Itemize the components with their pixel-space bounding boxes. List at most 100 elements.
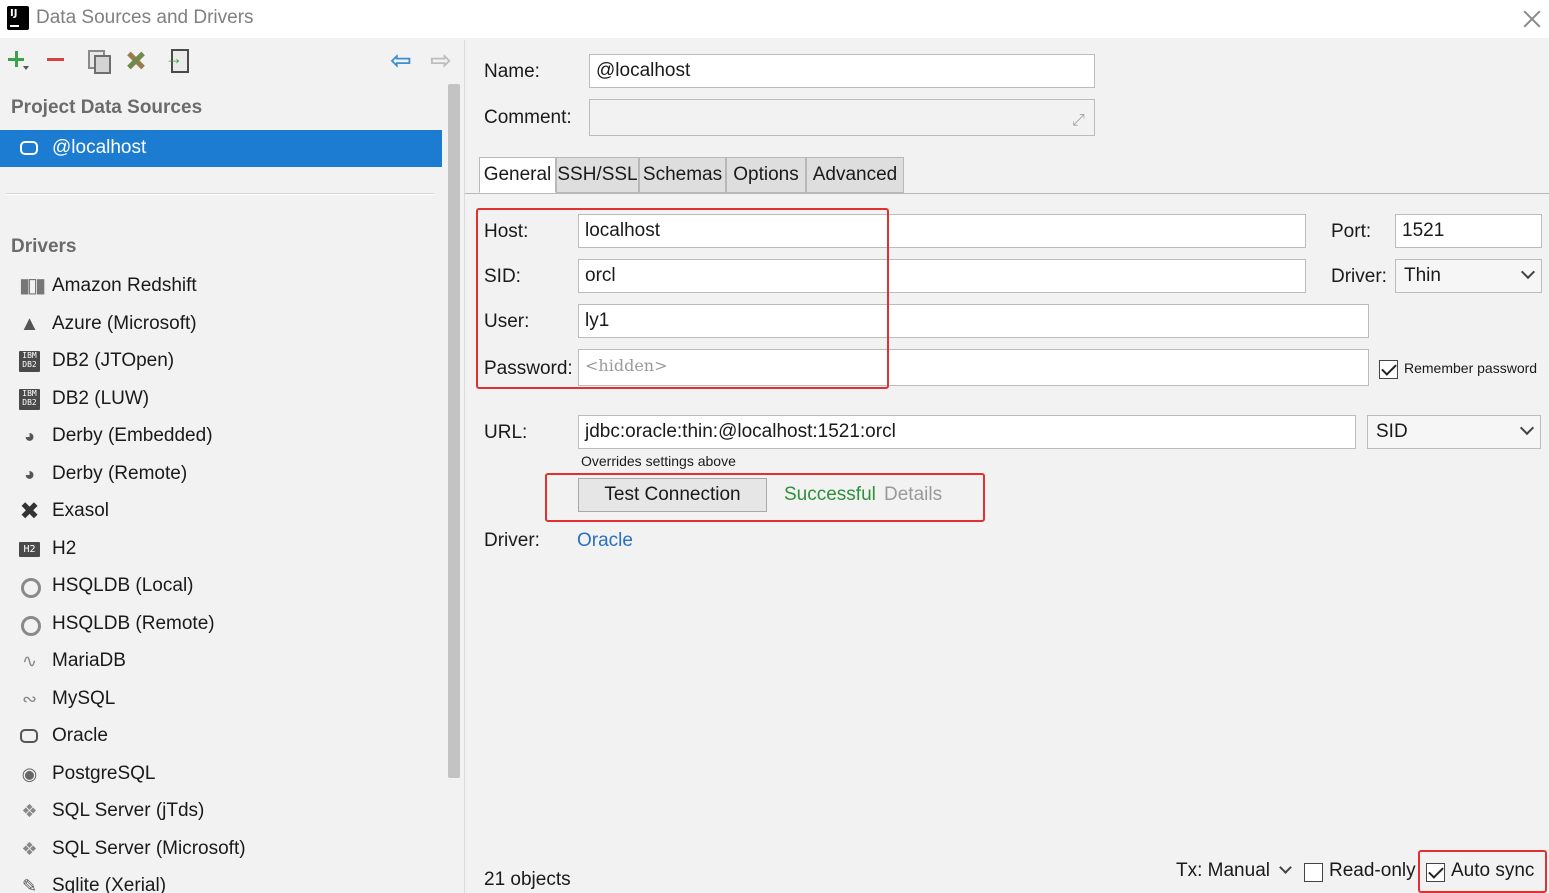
driver-item-db2-jtopen[interactable]: IBM DB2 DB2 (JTOpen) [0, 343, 440, 379]
name-input[interactable]: @localhost [589, 54, 1095, 88]
intellij-logo-icon: IJ [5, 4, 31, 32]
driver-label: H2 [52, 538, 77, 559]
driver-label: SQL Server (Microsoft) [52, 838, 246, 859]
remember-password-label: Remember password [1404, 360, 1538, 376]
mysql-dolphin-icon: ∾ [21, 689, 38, 709]
read-only-label: Read-only [1329, 860, 1416, 881]
sqlite-icon: ✎ [21, 876, 38, 893]
remember-password-checkbox[interactable] [1379, 360, 1398, 379]
tx-mode-select[interactable]: Tx: Manual [1176, 860, 1293, 882]
port-label: Port: [1331, 221, 1372, 242]
password-input[interactable]: <hidden> [578, 349, 1369, 386]
driver-item-sqlite[interactable]: ✎ Sqlite (Xerial) [0, 868, 440, 893]
right-pane: Name: @localhost Comment: ⤢ General SSH/… [464, 40, 1549, 893]
driver-item-db2-luw[interactable]: IBM DB2 DB2 (LUW) [0, 381, 440, 417]
add-icon[interactable] [5, 48, 29, 72]
back-arrow-icon[interactable]: ⇦ [390, 47, 414, 73]
url-type-value: SID [1376, 421, 1408, 442]
driver-label: HSQLDB (Remote) [52, 613, 215, 634]
sid-input[interactable]: orcl [578, 259, 1306, 293]
derby-hat-icon: ◕ [24, 464, 35, 484]
driver-item-hsqldb-remote[interactable]: HSQLDB (Remote) [0, 606, 440, 642]
user-input[interactable]: ly1 [578, 304, 1369, 338]
sqlserver-icon: ❖ [21, 839, 38, 859]
name-label: Name: [484, 61, 540, 82]
sqlserver-icon: ❖ [21, 801, 38, 821]
chevron-down-icon [1279, 861, 1293, 874]
left-pane: ⇦ ⇨ Project Data Sources @localhost Driv… [0, 40, 462, 893]
driver-item-exasol[interactable]: ✖ Exasol [0, 493, 440, 529]
oracle-icon [20, 729, 38, 743]
expand-icon[interactable]: ⤢ [1072, 113, 1088, 129]
driver-label: Sqlite (Xerial) [52, 875, 167, 893]
ibm-db2-icon: IBM DB2 [19, 351, 40, 372]
driver-type-value: Thin [1404, 265, 1441, 286]
url-input[interactable]: jdbc:oracle:thin:@localhost:1521:orcl [578, 415, 1356, 449]
driver-item-mariadb[interactable]: ∿ MariaDB [0, 643, 440, 679]
driver-label: MariaDB [52, 650, 126, 671]
sid-label: SID: [484, 266, 521, 287]
remove-icon[interactable] [44, 48, 68, 72]
postgresql-elephant-icon: ◉ [21, 764, 38, 784]
hsqldb-icon [19, 576, 41, 598]
duplicate-icon[interactable] [86, 48, 111, 74]
driver-item-hsqldb-local[interactable]: HSQLDB (Local) [0, 568, 440, 604]
auto-sync-checkbox[interactable] [1426, 863, 1445, 882]
details-link[interactable]: Details [884, 484, 942, 506]
window-title: Data Sources and Drivers [36, 7, 254, 28]
driver-item-azure[interactable]: ▲ Azure (Microsoft) [0, 306, 440, 342]
driver-item-amazon-redshift[interactable]: ▮▯▮ Amazon Redshift [0, 268, 440, 304]
test-status: Successful [784, 484, 876, 505]
tab-divider [465, 193, 1549, 194]
ibm-db2-icon: IBM DB2 [19, 389, 40, 410]
driver-item-sqlserver-microsoft[interactable]: ❖ SQL Server (Microsoft) [0, 831, 440, 867]
forward-arrow-icon[interactable]: ⇨ [430, 47, 454, 73]
comment-label: Comment: [484, 107, 572, 128]
left-scrollbar[interactable] [448, 84, 460, 778]
driver-type-select[interactable]: Thin [1395, 259, 1542, 293]
tab-advanced[interactable]: Advanced [806, 157, 904, 193]
password-label: Password: [484, 358, 573, 379]
tab-options[interactable]: Options [726, 157, 806, 193]
user-label: User: [484, 311, 530, 332]
chevron-down-icon [1519, 420, 1535, 436]
driver-label: HSQLDB (Local) [52, 575, 194, 596]
driver-label: MySQL [52, 688, 116, 709]
title-bar: IJ Data Sources and Drivers [0, 0, 1549, 38]
driver-settings-icon[interactable] [124, 48, 148, 72]
driver-item-h2[interactable]: H2 H2 [0, 531, 440, 567]
driver-item-mysql[interactable]: ∾ MySQL [0, 681, 440, 717]
driver-item-derby-remote[interactable]: ◕ Derby (Remote) [0, 456, 440, 492]
comment-input[interactable]: ⤢ [589, 99, 1095, 136]
tab-ssh-ssl[interactable]: SSH/SSL [556, 157, 639, 193]
driver-type-label: Driver: [1331, 266, 1387, 287]
left-toolbar: ⇦ ⇨ [0, 40, 462, 82]
driver-item-sqlserver-jtds[interactable]: ❖ SQL Server (jTds) [0, 793, 440, 829]
chevron-down-icon [1520, 264, 1536, 280]
driver-item-oracle[interactable]: Oracle [0, 718, 440, 754]
driver-link[interactable]: Oracle [577, 530, 633, 552]
host-input[interactable]: localhost [578, 214, 1306, 248]
read-only-checkbox[interactable] [1304, 863, 1323, 882]
import-icon[interactable] [165, 48, 189, 73]
url-type-select[interactable]: SID [1367, 415, 1541, 449]
h2-icon: H2 [19, 542, 40, 557]
oracle-icon [20, 141, 38, 155]
tab-general[interactable]: General [479, 157, 556, 193]
test-connection-button[interactable]: Test Connection [578, 478, 767, 512]
driver-label: DB2 (JTOpen) [52, 350, 175, 371]
drivers-heading: Drivers [11, 236, 77, 257]
data-source-item-localhost[interactable]: @localhost [0, 130, 442, 167]
data-source-label: @localhost [52, 137, 147, 158]
project-data-sources-heading: Project Data Sources [11, 97, 203, 118]
driver-label: SQL Server (jTds) [52, 800, 205, 821]
driver-item-postgresql[interactable]: ◉ PostgreSQL [0, 756, 440, 792]
close-icon[interactable] [1519, 6, 1545, 32]
driver-item-derby-embedded[interactable]: ◕ Derby (Embedded) [0, 418, 440, 454]
driver-link-label: Driver: [484, 530, 540, 551]
driver-label: Derby (Embedded) [52, 425, 213, 446]
host-label: Host: [484, 221, 529, 242]
port-input[interactable]: 1521 [1395, 214, 1542, 248]
tab-schemas[interactable]: Schemas [639, 157, 726, 193]
password-placeholder: <hidden> [585, 356, 668, 375]
